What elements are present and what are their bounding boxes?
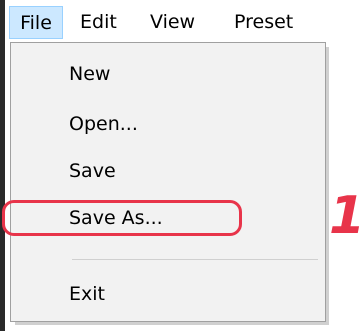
menu-view[interactable]: View bbox=[150, 6, 195, 39]
save-as-highlight-box bbox=[2, 200, 242, 236]
file-dropdown-menu bbox=[10, 42, 326, 322]
menu-item-save[interactable]: Save bbox=[69, 160, 116, 182]
menu-bar: File Edit View Preset bbox=[5, 0, 362, 46]
menu-item-new[interactable]: New bbox=[69, 63, 110, 85]
menu-edit[interactable]: Edit bbox=[80, 6, 117, 39]
step-number-label: 1 bbox=[329, 186, 362, 246]
window-edge bbox=[0, 0, 5, 331]
menu-separator bbox=[72, 259, 318, 260]
menu-item-open[interactable]: Open... bbox=[69, 113, 138, 135]
menu-preset[interactable]: Preset bbox=[234, 6, 293, 39]
menu-item-exit[interactable]: Exit bbox=[69, 283, 105, 305]
dropdown-shadow-bottom bbox=[15, 322, 329, 325]
menu-file[interactable]: File bbox=[9, 6, 63, 39]
